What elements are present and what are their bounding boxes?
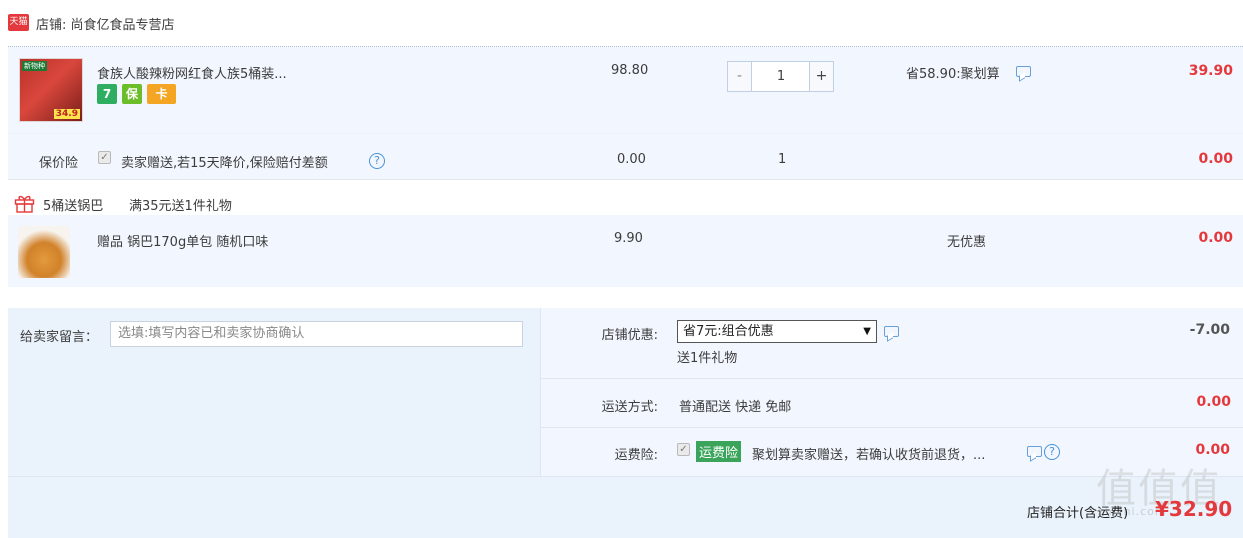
product-title-link[interactable]: 食族人酸辣粉网红食人族5桶装...: [97, 63, 327, 82]
seven-day-return-icon[interactable]: 7: [97, 84, 117, 104]
credit-card-icon[interactable]: 卡: [147, 84, 176, 104]
insurance-price: 0.00: [617, 152, 646, 167]
seller-message-input[interactable]: 选填:填写内容已和卖家协商确认: [110, 321, 523, 347]
thumb-top-label: 新物种: [22, 61, 47, 71]
gift-group-title: 5桶送锅巴: [43, 199, 104, 214]
product-row: [8, 47, 1243, 133]
shipping-amount: 0.00: [1196, 394, 1231, 410]
shop-name-link[interactable]: 店铺: 尚食亿食品专营店: [36, 14, 175, 33]
options-divider: [540, 378, 1243, 379]
shipping-value: 普通配送 快递 免邮: [679, 400, 792, 415]
gift-price: 9.90: [614, 231, 643, 246]
quantity-input[interactable]: 1: [753, 62, 809, 91]
insurance-amount: 0.00: [1198, 151, 1233, 167]
quantity-stepper: - 1 +: [727, 61, 834, 92]
freight-insurance-badge: 运费险: [696, 441, 742, 462]
shop-header: [0, 0, 1243, 46]
price-protection-checkbox[interactable]: ✓: [98, 151, 111, 164]
total-divider: [8, 476, 1243, 477]
product-thumbnail[interactable]: 新物种 34.9: [19, 58, 83, 122]
shop-total-amount: ¥32.90: [1155, 497, 1233, 521]
gift-row: [8, 215, 1243, 287]
gift-group-promo: 满35元送1件礼物: [129, 199, 232, 214]
tmall-logo-icon: 天猫: [8, 14, 29, 31]
guarantee-icon[interactable]: 保: [122, 84, 142, 104]
insurance-quantity: 1: [778, 152, 787, 167]
discount-text: 省58.90:聚划算: [906, 67, 1000, 82]
message-icon[interactable]: [1016, 66, 1031, 77]
seller-message-label: 给卖家留言：: [20, 330, 99, 345]
gift-thumbnail[interactable]: [18, 226, 70, 278]
gift-icon: [14, 195, 35, 213]
message-icon[interactable]: [1027, 446, 1042, 457]
freight-insurance-label: 运费险:: [614, 448, 658, 463]
help-icon[interactable]: ?: [369, 153, 385, 169]
gift-name: 赠品 锅巴170g单包 随机口味: [97, 235, 269, 250]
thumb-price-tag: 34.9: [53, 109, 80, 119]
gift-discount: 无优惠: [947, 235, 987, 250]
shop-discount-selected: 省7元:组合优惠: [683, 324, 774, 339]
row-divider: [8, 179, 1243, 180]
help-icon[interactable]: ?: [1044, 444, 1060, 460]
shop-discount-label: 店铺优惠:: [601, 328, 658, 343]
product-amount: 39.90: [1188, 63, 1233, 79]
shop-discount-select[interactable]: 省7元:组合优惠 ▼: [677, 320, 877, 343]
shop-discount-sub: 送1件礼物: [677, 351, 738, 366]
shop-discount-amount: -7.00: [1189, 322, 1230, 338]
gift-amount: 0.00: [1198, 230, 1233, 246]
quantity-decrease-button[interactable]: -: [728, 62, 752, 91]
price-protection-label: 保价险: [39, 156, 79, 171]
price-protection-text: 卖家赠送,若15天降价,保险赔付差额: [121, 156, 328, 171]
chevron-down-icon: ▼: [863, 326, 871, 337]
message-icon[interactable]: [884, 326, 899, 337]
shop-total-label: 店铺合计(含运费): [1027, 506, 1129, 521]
quantity-increase-button[interactable]: +: [809, 62, 833, 91]
options-divider: [540, 427, 1243, 428]
freight-insurance-text: 聚划算卖家赠送，若确认收货前退货，...: [752, 448, 986, 463]
shipping-label: 运送方式:: [601, 400, 658, 415]
unit-price: 98.80: [611, 63, 649, 78]
freight-insurance-checkbox[interactable]: ✓: [677, 443, 690, 456]
